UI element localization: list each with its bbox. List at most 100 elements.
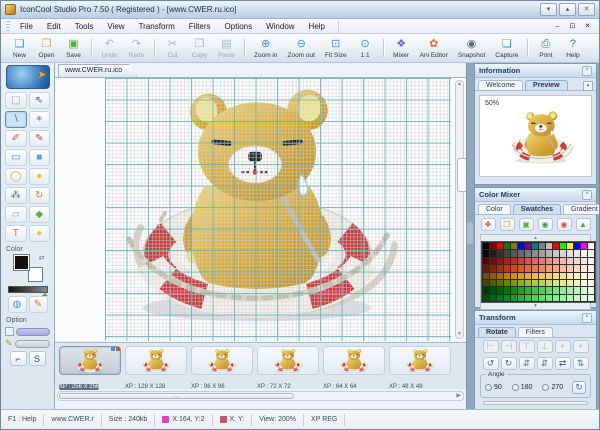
color-swatch[interactable]	[518, 243, 524, 250]
export-palette-button[interactable]: ◉	[537, 218, 553, 231]
color-swatch[interactable]	[483, 287, 489, 294]
color-swatch[interactable]	[525, 272, 531, 279]
color-swatch[interactable]	[588, 265, 594, 272]
color-swatch[interactable]	[511, 257, 517, 265]
color-swatch[interactable]	[518, 272, 524, 279]
color-swatch[interactable]	[497, 272, 503, 279]
open-palette-button[interactable]: ❒	[499, 218, 515, 231]
color-swatch[interactable]	[567, 250, 573, 257]
color-swatch[interactable]	[525, 243, 531, 250]
vscroll-thumb[interactable]	[457, 158, 466, 193]
save-button[interactable]: ▣ Save	[60, 35, 92, 61]
color-swatch[interactable]	[581, 265, 587, 272]
scroll-up-icon[interactable]: ▲	[456, 81, 463, 88]
color-swatch[interactable]	[546, 250, 552, 257]
brush-tool[interactable]: ✎	[28, 130, 50, 147]
color-swatch[interactable]	[532, 272, 538, 279]
color-swatch[interactable]	[518, 250, 524, 257]
swatch-scroll-up-icon[interactable]: ▲	[481, 236, 590, 241]
tab-preview[interactable]: Preview	[525, 80, 568, 90]
color-swatch[interactable]	[504, 294, 510, 302]
color-swatch[interactable]	[504, 250, 510, 257]
color-swatch[interactable]	[518, 265, 524, 272]
color-swatch[interactable]	[532, 265, 538, 272]
minimize-button[interactable]: ▾	[540, 3, 557, 16]
color-swatch[interactable]	[588, 294, 594, 302]
color-swatch[interactable]	[490, 250, 496, 257]
format-thumbnail[interactable]: XP : 96 X 96	[191, 346, 253, 390]
collapse-icon[interactable]: ^	[582, 189, 592, 200]
color-swatch[interactable]	[560, 257, 566, 265]
open-button[interactable]: ❒ Open	[33, 35, 60, 61]
fill-tool[interactable]: ◆	[28, 206, 50, 223]
menu-item[interactable]: Filters	[182, 21, 218, 32]
undo-button[interactable]: ↶ Undo	[96, 35, 123, 61]
background-color-well[interactable]	[27, 267, 43, 282]
fit-size-button[interactable]: ⊡ Fit Size	[320, 35, 352, 61]
color-swatch[interactable]	[553, 272, 559, 279]
color-swatch[interactable]	[490, 294, 496, 302]
color-swatch[interactable]	[581, 250, 587, 257]
menu-item[interactable]: File	[13, 21, 40, 32]
color-swatch[interactable]	[504, 287, 510, 294]
color-swatch[interactable]	[588, 287, 594, 294]
color-swatch[interactable]	[567, 257, 573, 265]
title-bar[interactable]: IconCool Studio Pro 7.50 ( Registered ) …	[1, 1, 599, 19]
nudge-vertical2-button[interactable]: ⇵	[536, 357, 553, 370]
ellipse-tool[interactable]: ◯	[5, 168, 27, 185]
color-swatch[interactable]	[553, 250, 559, 257]
color-swatch[interactable]	[497, 279, 503, 287]
color-swatch[interactable]	[525, 279, 531, 287]
color-swatch[interactable]	[497, 243, 503, 250]
color-swatch[interactable]	[539, 294, 545, 302]
color-swatch[interactable]	[574, 257, 580, 265]
select-tool[interactable]: ⬚	[5, 92, 27, 109]
bulb-tool[interactable]: ●	[28, 225, 50, 242]
color-swatch[interactable]	[483, 265, 489, 272]
snapshot-button[interactable]: ◉ Snapshot	[453, 35, 490, 61]
align-left-button[interactable]: ⊢	[482, 340, 499, 353]
color-swatch[interactable]	[490, 257, 496, 265]
one-to-one-button[interactable]: ⊙ 1:1	[352, 35, 384, 61]
color-swatch[interactable]	[490, 287, 496, 294]
format-thumbnail[interactable]: XP : 48 X 48	[389, 346, 451, 390]
format-thumbnail[interactable]: XP : 128 X 128	[125, 346, 187, 390]
color-wells[interactable]: ⇄	[11, 254, 45, 282]
color-swatch[interactable]	[546, 272, 552, 279]
library-browser-button[interactable]	[5, 65, 50, 89]
flip-horizontal-button[interactable]: ⇄	[554, 357, 571, 370]
color-swatch[interactable]	[581, 272, 587, 279]
color-swatch[interactable]	[483, 250, 489, 257]
web-export-button[interactable]: ◍	[7, 296, 27, 313]
color-swatch[interactable]	[504, 257, 510, 265]
maximize-button[interactable]: ▴	[559, 3, 576, 16]
color-swatch[interactable]	[560, 265, 566, 272]
color-swatch[interactable]	[553, 287, 559, 294]
color-swatch[interactable]	[490, 265, 496, 272]
swatch-scroll-down-icon[interactable]: ▼	[481, 304, 590, 309]
color-swatch[interactable]	[553, 265, 559, 272]
color-swatch[interactable]	[567, 265, 573, 272]
color-swatch[interactable]	[588, 272, 594, 279]
color-swatch[interactable]	[504, 279, 510, 287]
tab-welcome[interactable]: Welcome	[478, 80, 524, 90]
color-swatch[interactable]	[504, 265, 510, 272]
tab-menu-button[interactable]: ▾	[583, 81, 593, 91]
color-swatch[interactable]	[532, 250, 538, 257]
color-swatch[interactable]	[588, 257, 594, 265]
color-swatch[interactable]	[490, 279, 496, 287]
color-swatch[interactable]	[574, 243, 580, 250]
document-tab[interactable]: www.CWER.ru.ico	[58, 64, 137, 77]
color-swatch[interactable]	[483, 243, 489, 250]
color-swatch[interactable]	[483, 279, 489, 287]
collapse-icon[interactable]: ^	[582, 312, 592, 323]
align-right-button[interactable]: ⊣	[500, 340, 517, 353]
color-swatch[interactable]	[574, 250, 580, 257]
color-swatch[interactable]	[511, 287, 517, 294]
line-width-button[interactable]	[16, 327, 50, 336]
paste-button[interactable]: ▤ Paste	[213, 35, 245, 61]
color-swatch[interactable]	[553, 279, 559, 287]
color-swatch[interactable]	[574, 272, 580, 279]
format-thumbnail[interactable]: XP : 64 X 64	[323, 346, 385, 390]
swap-colors-icon[interactable]: ⇄	[39, 254, 45, 262]
